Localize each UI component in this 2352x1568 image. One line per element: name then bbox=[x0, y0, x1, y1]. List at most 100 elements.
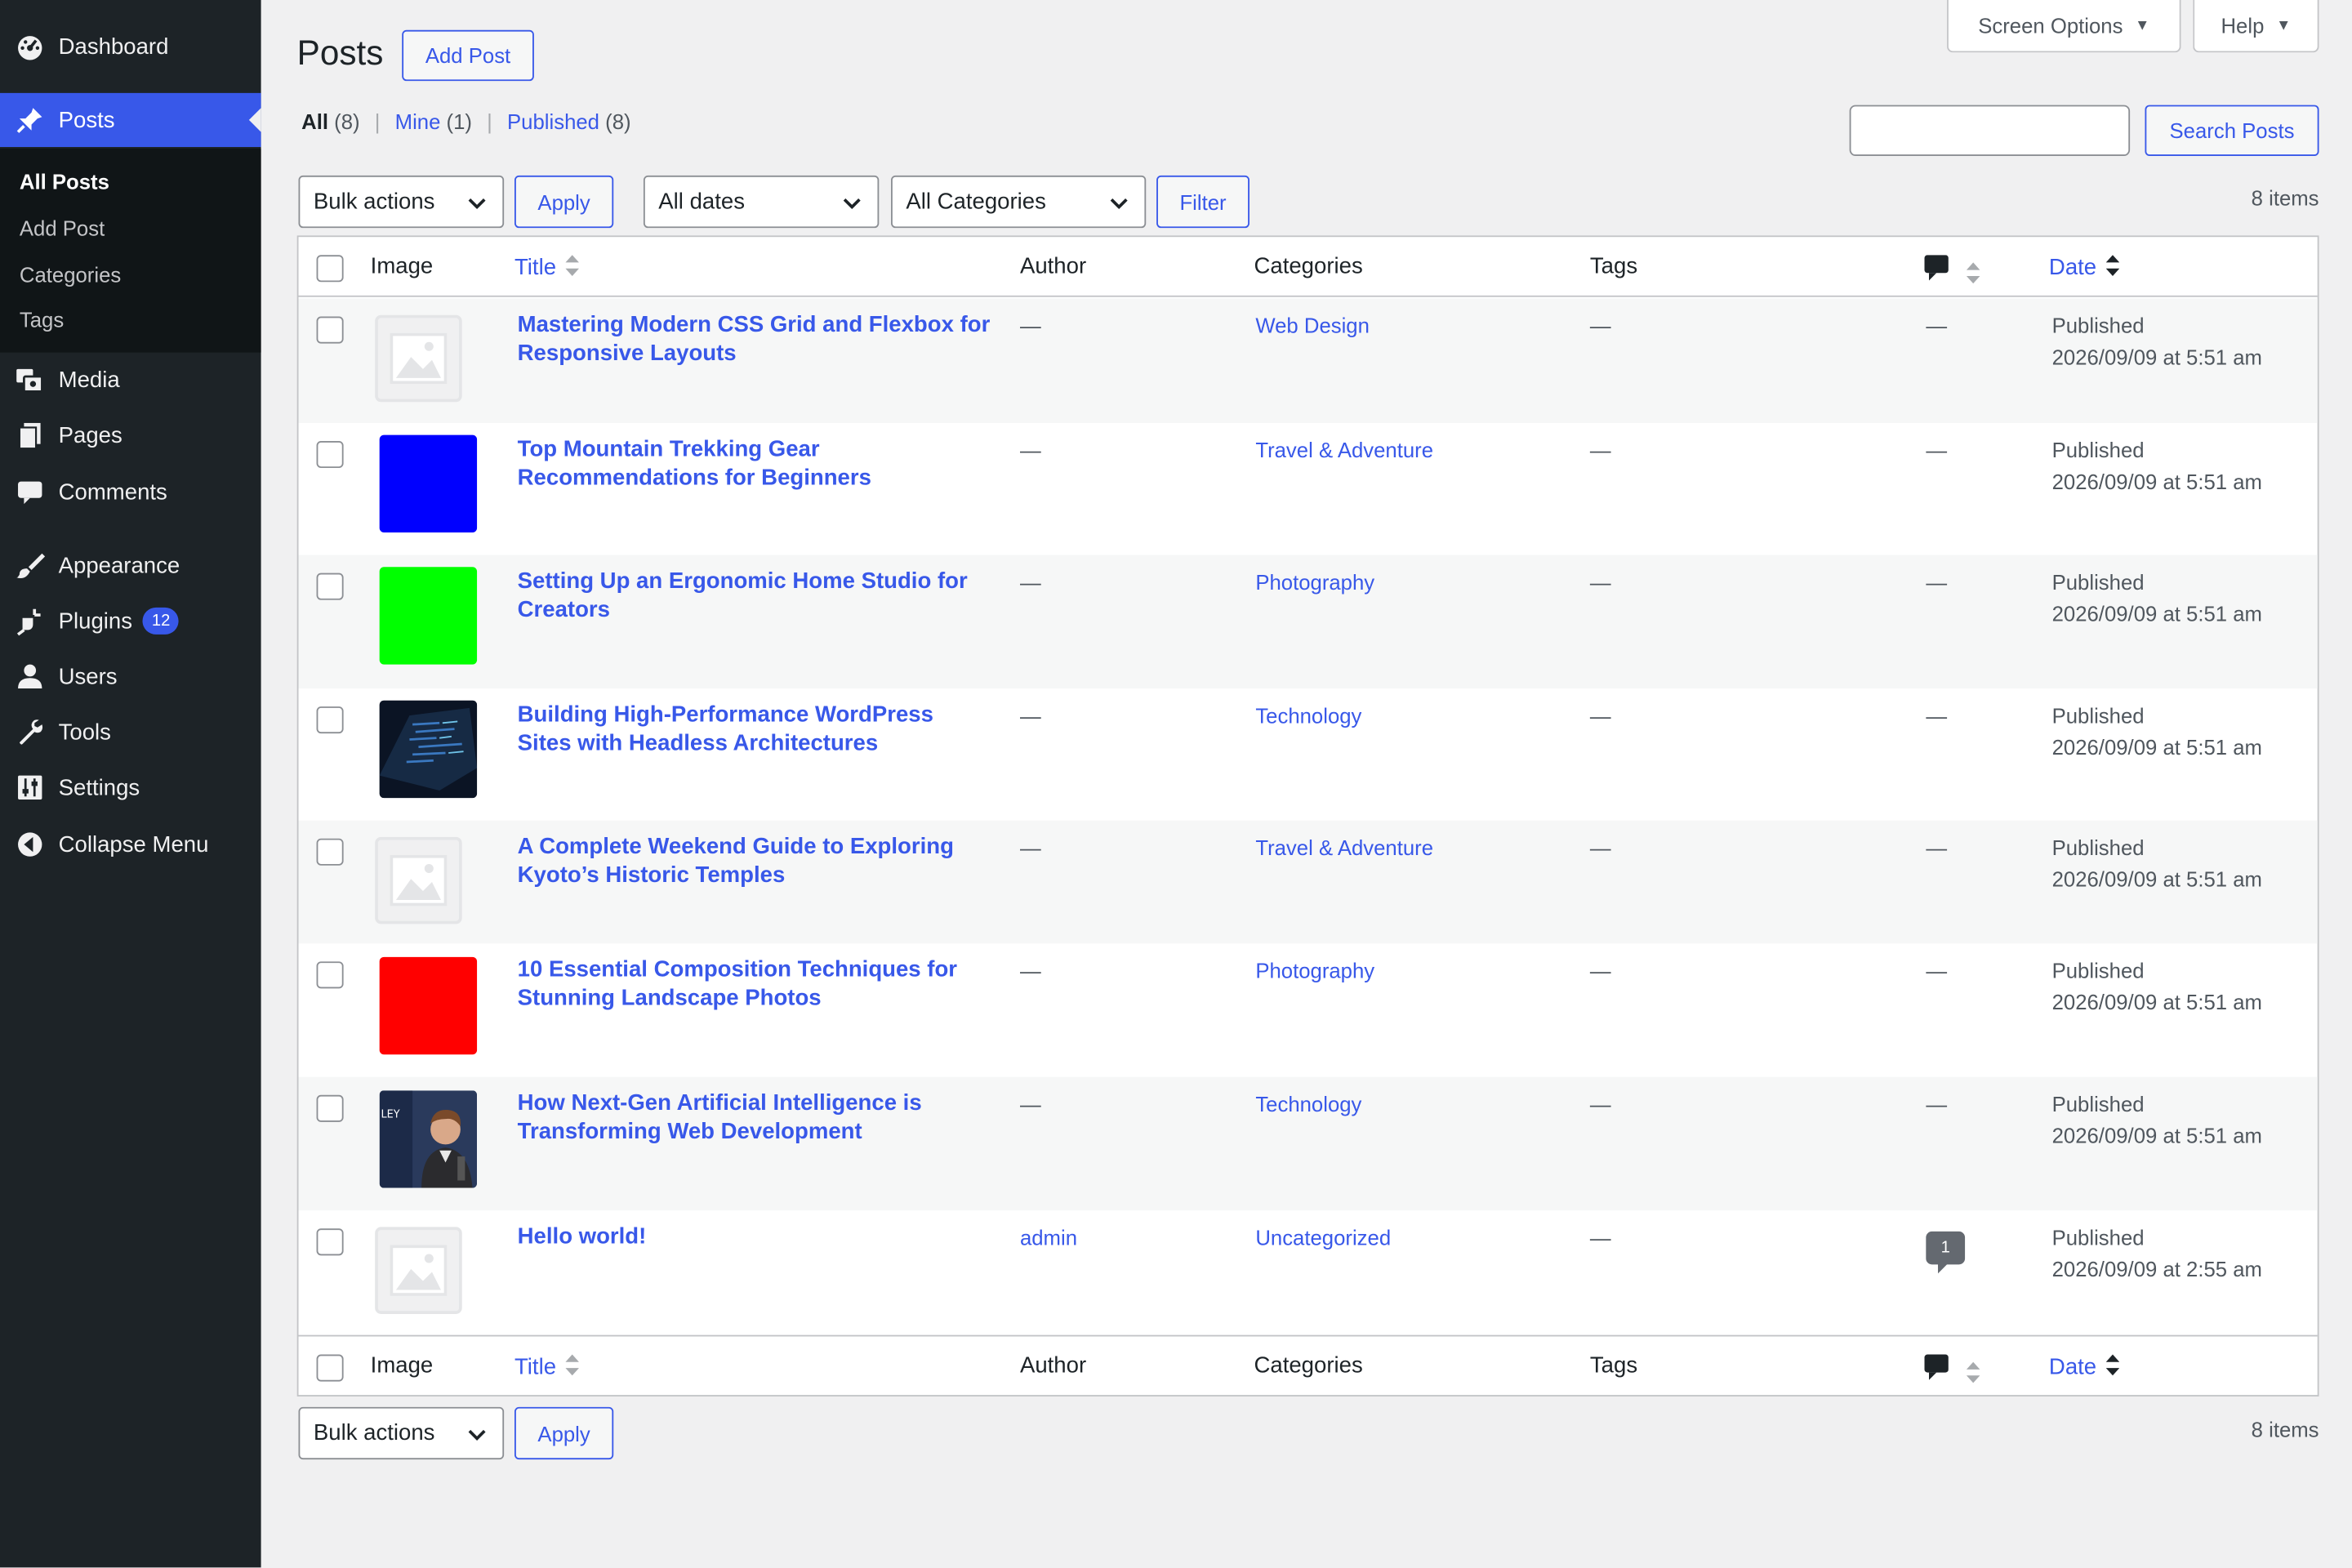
table-row: Hello world! admin Uncategorized — 1 Pub… bbox=[299, 1210, 2318, 1334]
tags-empty: — bbox=[1589, 313, 1611, 338]
menu-dashboard[interactable]: Dashboard bbox=[0, 20, 261, 74]
row-checkbox[interactable] bbox=[316, 1094, 344, 1122]
post-title-link[interactable]: How Next-Gen Artificial Intelligence is … bbox=[518, 1089, 991, 1146]
post-title-link[interactable]: Hello world! bbox=[518, 1223, 991, 1251]
submenu-categories[interactable]: Categories bbox=[20, 262, 121, 286]
chevron-down-icon bbox=[468, 198, 486, 210]
admin-sidebar: Dashboard Posts All Posts Add Post Categ… bbox=[0, 0, 261, 1568]
post-date: Published 2026/09/09 at 5:51 am bbox=[2051, 1092, 2262, 1148]
category-link[interactable]: Travel & Adventure bbox=[1255, 835, 1433, 859]
post-title-link[interactable]: Top Mountain Trekking Gear Recommendatio… bbox=[518, 435, 991, 492]
search-input[interactable] bbox=[1849, 105, 2131, 157]
comment-count-bubble[interactable]: 1 bbox=[1926, 1231, 1966, 1274]
category-link[interactable]: Travel & Adventure bbox=[1255, 438, 1433, 461]
post-title-link[interactable]: Mastering Modern CSS Grid and Flexbox fo… bbox=[518, 310, 991, 368]
items-count-bottom: 8 items bbox=[2251, 1417, 2319, 1442]
comments-empty: — bbox=[1926, 703, 1948, 728]
menu-users[interactable]: Users bbox=[0, 649, 261, 703]
sort-desc-icon bbox=[2105, 1353, 2119, 1383]
category-filter-select[interactable]: All Categories bbox=[890, 175, 1147, 229]
tags-empty: — bbox=[1589, 958, 1611, 983]
add-post-button[interactable]: Add Post bbox=[402, 29, 534, 82]
filter-all[interactable]: All bbox=[301, 109, 328, 133]
post-title-link[interactable]: Building High-Performance WordPress Site… bbox=[518, 701, 991, 758]
row-checkbox[interactable] bbox=[316, 316, 344, 344]
menu-posts[interactable]: Posts bbox=[0, 92, 261, 147]
author-link[interactable]: admin bbox=[1020, 1226, 1077, 1250]
category-link[interactable]: Uncategorized bbox=[1255, 1226, 1391, 1250]
author-empty: — bbox=[1019, 569, 1041, 595]
sort-icon bbox=[565, 253, 579, 283]
filter-button[interactable]: Filter bbox=[1156, 175, 1250, 229]
search-posts-button[interactable]: Search Posts bbox=[2145, 105, 2319, 157]
table-footer: Image Title Author Categories Tags Date bbox=[298, 1334, 2318, 1395]
column-tags: Tags bbox=[1589, 1352, 1638, 1379]
filter-mine[interactable]: Mine bbox=[395, 109, 441, 133]
post-title-link[interactable]: A Complete Weekend Guide to Exploring Ky… bbox=[518, 832, 991, 889]
dashboard-icon bbox=[15, 32, 45, 62]
submenu-add-post[interactable]: Add Post bbox=[20, 216, 105, 239]
column-comments-sort[interactable] bbox=[1924, 255, 1980, 291]
tags-empty: — bbox=[1589, 835, 1611, 860]
screen-options-button[interactable]: Screen Options ▼ bbox=[1947, 0, 2181, 53]
app-root: Dashboard Posts All Posts Add Post Categ… bbox=[0, 0, 2352, 1568]
row-checkbox[interactable] bbox=[316, 572, 344, 600]
brush-icon bbox=[15, 550, 46, 581]
category-link[interactable]: Web Design bbox=[1255, 314, 1370, 337]
post-title-link[interactable]: Setting Up an Ergonomic Home Studio for … bbox=[518, 567, 991, 624]
menu-comments[interactable]: Comments bbox=[0, 465, 261, 519]
submenu-all-posts[interactable]: All Posts bbox=[20, 170, 109, 194]
apply-button-bottom[interactable]: Apply bbox=[514, 1406, 614, 1460]
submenu-tags[interactable]: Tags bbox=[20, 308, 64, 332]
menu-settings[interactable]: Settings bbox=[0, 760, 261, 814]
menu-pages[interactable]: Pages bbox=[0, 408, 261, 462]
category-link[interactable]: Technology bbox=[1255, 703, 1361, 727]
date-filter-select[interactable]: All dates bbox=[643, 175, 880, 229]
author-empty: — bbox=[1019, 438, 1041, 462]
column-title-sort[interactable]: Title bbox=[514, 253, 579, 283]
post-date: Published 2026/09/09 at 5:51 am bbox=[2051, 313, 2262, 369]
bulk-actions-select-bottom[interactable]: Bulk actions bbox=[298, 1406, 505, 1460]
placeholder-image-icon bbox=[375, 314, 462, 403]
comments-empty: — bbox=[1926, 958, 1948, 983]
help-button[interactable]: Help ▼ bbox=[2193, 0, 2319, 53]
row-checkbox[interactable] bbox=[316, 961, 344, 989]
author-empty: — bbox=[1019, 703, 1041, 728]
chevron-down-icon bbox=[843, 198, 861, 210]
chevron-down-icon bbox=[468, 1429, 486, 1441]
column-date-sort[interactable]: Date bbox=[2049, 1353, 2119, 1383]
menu-media[interactable]: Media bbox=[0, 353, 261, 407]
sort-icon bbox=[1966, 261, 1980, 292]
menu-collapse[interactable]: Collapse Menu bbox=[0, 817, 261, 871]
table-row: 10 Essential Composition Techniques for … bbox=[299, 943, 2318, 1076]
category-link[interactable]: Photography bbox=[1255, 959, 1374, 982]
row-checkbox[interactable] bbox=[316, 706, 344, 734]
table-header: Image Title Author Categories Tags Date bbox=[298, 237, 2318, 297]
post-date: Published 2026/09/09 at 5:51 am bbox=[2051, 835, 2262, 891]
plugin-icon bbox=[15, 606, 45, 636]
post-date: Published 2026/09/09 at 5:51 am bbox=[2051, 438, 2262, 494]
caret-down-icon: ▼ bbox=[2135, 17, 2150, 34]
menu-appearance[interactable]: Appearance bbox=[0, 538, 261, 592]
bulk-actions-select[interactable]: Bulk actions bbox=[298, 175, 505, 229]
menu-tools[interactable]: Tools bbox=[0, 705, 261, 759]
row-checkbox[interactable] bbox=[316, 838, 344, 866]
comments-empty: — bbox=[1926, 438, 1948, 462]
column-date-sort[interactable]: Date bbox=[2049, 253, 2119, 283]
featured-image-thumbnail bbox=[379, 567, 478, 665]
table-row: Top Mountain Trekking Gear Recommendatio… bbox=[299, 423, 2318, 555]
svg-text:LEY: LEY bbox=[381, 1108, 400, 1120]
row-checkbox[interactable] bbox=[316, 440, 344, 469]
post-title-link[interactable]: 10 Essential Composition Techniques for … bbox=[518, 956, 991, 1013]
category-link[interactable]: Technology bbox=[1255, 1092, 1361, 1116]
category-link[interactable]: Photography bbox=[1255, 570, 1374, 594]
sort-desc-icon bbox=[2105, 253, 2119, 283]
filter-published[interactable]: Published bbox=[507, 109, 599, 133]
menu-plugins[interactable]: Plugins 12 bbox=[0, 594, 261, 648]
column-title-sort[interactable]: Title bbox=[514, 1353, 579, 1383]
apply-button[interactable]: Apply bbox=[514, 175, 614, 229]
row-checkbox[interactable] bbox=[316, 1228, 344, 1256]
column-comments-sort[interactable] bbox=[1924, 1354, 1980, 1391]
select-all-checkbox[interactable] bbox=[316, 255, 344, 283]
select-all-checkbox[interactable] bbox=[316, 1354, 344, 1382]
